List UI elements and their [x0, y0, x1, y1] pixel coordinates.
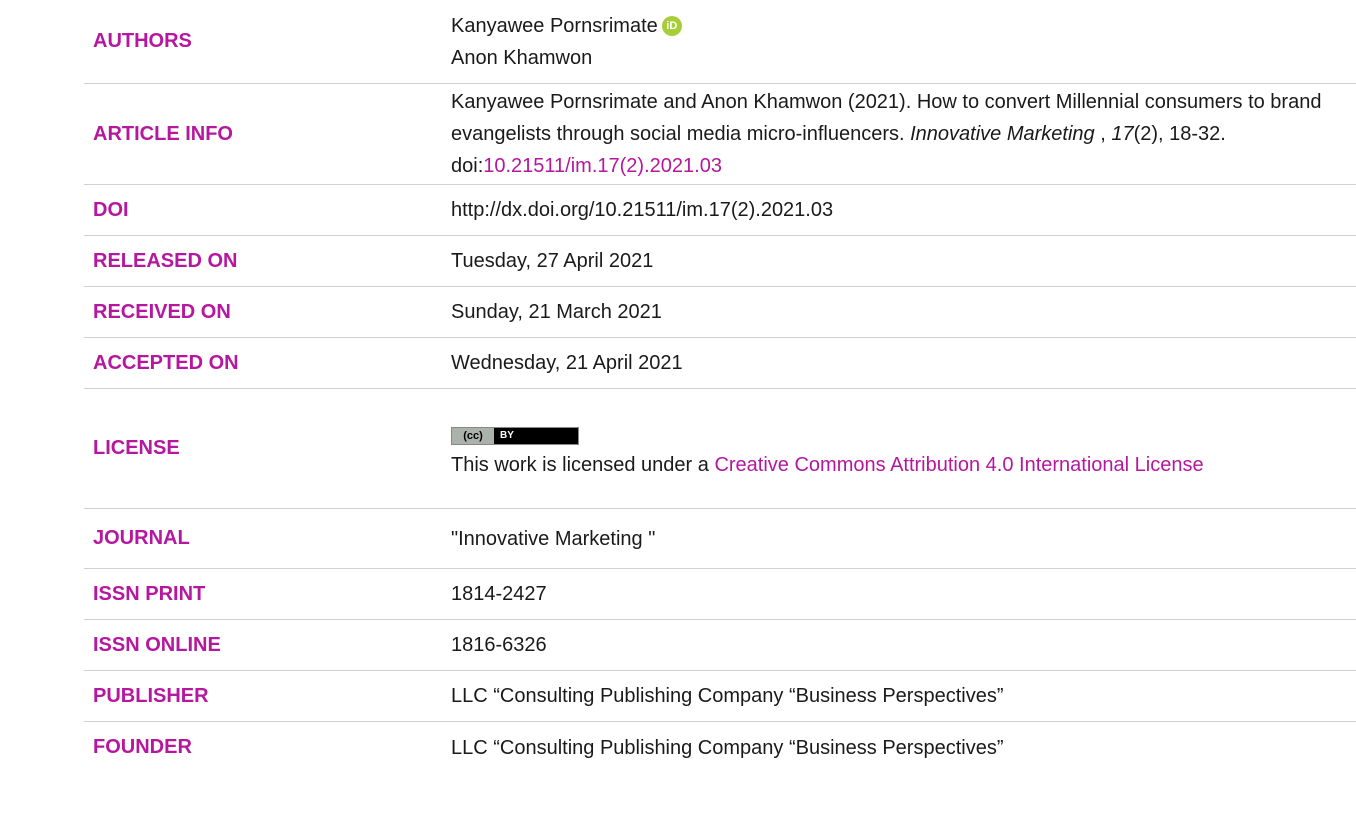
- citation-doi-link[interactable]: 10.21511/im.17(2).2021.03: [483, 155, 722, 177]
- article-info-label: ARTICLE INFO: [93, 122, 233, 145]
- accepted-label: ACCEPTED ON: [93, 351, 239, 374]
- row-founder: FOUNDER LLC “Consulting Publishing Compa…: [84, 722, 1356, 773]
- publisher-value: LLC “Consulting Publishing Company “Busi…: [451, 685, 1004, 707]
- citation-comma: ,: [1094, 123, 1112, 145]
- doi-value: http://dx.doi.org/10.21511/im.17(2).2021…: [451, 199, 834, 221]
- row-license: LICENSE (cc) BY This work is licensed un…: [84, 389, 1356, 509]
- row-doi: DOI http://dx.doi.org/10.21511/im.17(2).…: [84, 185, 1356, 236]
- row-article-info: ARTICLE INFO Kanyawee Pornsrimate and An…: [84, 84, 1356, 185]
- cc-by-badge-icon[interactable]: (cc) BY: [451, 426, 579, 445]
- cc-badge-right: BY: [500, 429, 514, 441]
- row-journal: JOURNAL "Innovative Marketing ": [84, 509, 1356, 569]
- founder-value: LLC “Consulting Publishing Company “Busi…: [451, 736, 1004, 759]
- publisher-label: PUBLISHER: [93, 684, 209, 707]
- released-value: Tuesday, 27 April 2021: [451, 250, 654, 272]
- license-prefix: This work is licensed under a: [451, 453, 715, 476]
- doi-label: DOI: [93, 198, 129, 221]
- row-received: RECEIVED ON Sunday, 21 March 2021: [84, 287, 1356, 338]
- orcid-icon[interactable]: iD: [661, 16, 682, 37]
- authors-label: AUTHORS: [93, 30, 192, 52]
- issn-online-value: 1816-6326: [451, 634, 547, 656]
- founder-label: FOUNDER: [93, 736, 192, 758]
- article-metadata-table: AUTHORS Kanyawee Pornsrimate iD Anon Kham…: [84, 0, 1356, 773]
- journal-value: "Innovative Marketing ": [451, 527, 656, 550]
- license-text: This work is licensed under a Creative C…: [451, 449, 1348, 481]
- author-name[interactable]: Kanyawee Pornsrimate iD: [451, 10, 1348, 42]
- cc-badge-left: (cc): [452, 427, 494, 444]
- journal-label: JOURNAL: [93, 527, 190, 549]
- citation-volume: 17: [1111, 123, 1134, 145]
- row-authors: AUTHORS Kanyawee Pornsrimate iD Anon Kham…: [84, 0, 1356, 84]
- citation-journal: Innovative Marketing: [910, 123, 1095, 145]
- row-accepted: ACCEPTED ON Wednesday, 21 April 2021: [84, 338, 1356, 389]
- issn-online-label: ISSN ONLINE: [93, 633, 221, 656]
- accepted-value: Wednesday, 21 April 2021: [451, 352, 683, 374]
- license-label: LICENSE: [93, 437, 180, 459]
- released-label: RELEASED ON: [93, 249, 238, 272]
- row-issn-print: ISSN PRINT 1814-2427: [84, 569, 1356, 620]
- row-released: RELEASED ON Tuesday, 27 April 2021: [84, 236, 1356, 287]
- license-value: (cc) BY This work is licensed under a Cr…: [451, 417, 1356, 481]
- author-name-text[interactable]: Kanyawee Pornsrimate: [451, 15, 658, 37]
- issn-print-label: ISSN PRINT: [93, 582, 206, 605]
- row-publisher: PUBLISHER LLC “Consulting Publishing Com…: [84, 671, 1356, 722]
- article-info-value: Kanyawee Pornsrimate and Anon Khamwon (2…: [451, 86, 1356, 182]
- issn-print-value: 1814-2427: [451, 583, 547, 605]
- author-name[interactable]: Anon Khamwon: [451, 42, 1348, 74]
- received-value: Sunday, 21 March 2021: [451, 301, 662, 323]
- received-label: RECEIVED ON: [93, 300, 231, 323]
- row-issn-online: ISSN ONLINE 1816-6326: [84, 620, 1356, 671]
- license-link[interactable]: Creative Commons Attribution 4.0 Interna…: [714, 454, 1203, 476]
- authors-value: Kanyawee Pornsrimate iD Anon Khamwon: [451, 10, 1356, 74]
